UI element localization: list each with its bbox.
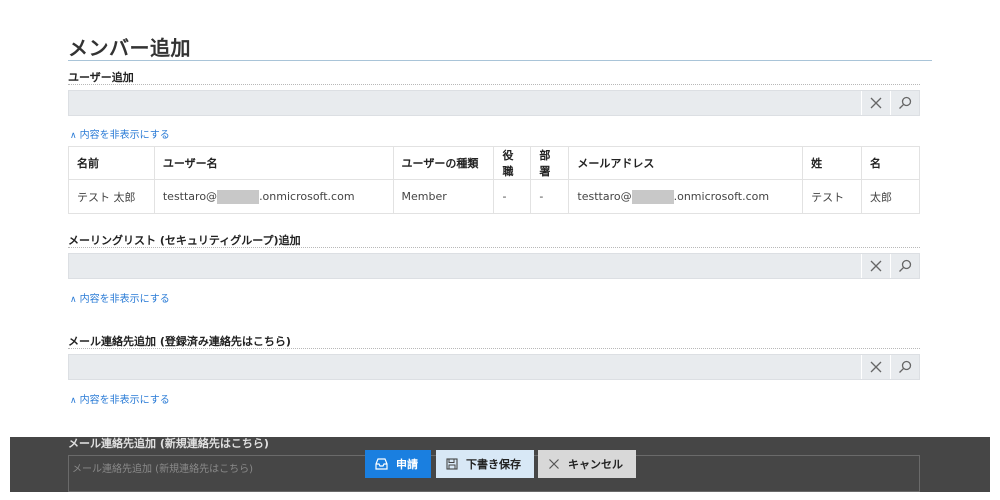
- section-divider: [68, 247, 920, 248]
- toggle-groups-text: 内容を非表示にする: [79, 294, 170, 305]
- redacted-domain: [631, 189, 674, 204]
- search-icon: [899, 259, 912, 272]
- save-draft-label: 下書き保存: [466, 458, 521, 471]
- cancel-button[interactable]: キャンセル: [538, 450, 636, 478]
- cell-first-name: 太郎: [861, 179, 920, 214]
- username-prefix: testtaro@: [162, 189, 218, 203]
- cancel-label: キャンセル: [568, 458, 623, 471]
- contact-picker: [68, 354, 920, 380]
- caret-up-icon: ∧: [70, 131, 77, 141]
- section-divider: [68, 84, 920, 85]
- toggle-contacts-text: 内容を非表示にする: [79, 395, 170, 406]
- section-label-groups: メーリングリスト (セキュリティグループ)追加: [68, 234, 301, 247]
- section-label-contacts: メール連絡先追加 (登録済み連絡先はこちら): [68, 335, 291, 348]
- apply-button[interactable]: 申請: [365, 450, 431, 478]
- group-search-button[interactable]: [890, 254, 919, 278]
- caret-up-icon: ∧: [70, 295, 77, 305]
- cell-email: testtaro@ .onmicrosoft.com: [568, 179, 804, 214]
- user-search-button[interactable]: [890, 91, 919, 115]
- apply-label: 申請: [396, 458, 418, 471]
- member-table: 名前 ユーザー名 ユーザーの種類 役職 部署 メールアドレス 姓 名 テスト 太…: [68, 146, 920, 214]
- username-suffix: .onmicrosoft.com: [259, 189, 355, 203]
- save-draft-button[interactable]: 下書き保存: [436, 450, 534, 478]
- contact-search-input[interactable]: [69, 355, 861, 379]
- toggle-users-text: 内容を非表示にする: [79, 130, 170, 141]
- col-name: 名前: [68, 146, 155, 180]
- table-header-row: 名前 ユーザー名 ユーザーの種類 役職 部署 メールアドレス 姓 名: [68, 146, 920, 180]
- user-picker: [68, 90, 920, 116]
- toggle-users-link[interactable]: ∧ 内容を非表示にする: [70, 126, 170, 141]
- group-clear-button[interactable]: [861, 254, 890, 278]
- title-divider: [68, 60, 932, 61]
- contact-clear-button[interactable]: [861, 355, 890, 379]
- col-last-name: 姓: [802, 146, 863, 180]
- group-picker: [68, 253, 920, 279]
- cell-name: テスト 太郎: [68, 179, 155, 214]
- cell-title: -: [493, 179, 532, 214]
- cell-last-name: テスト: [802, 179, 863, 214]
- cell-department: -: [530, 179, 570, 214]
- redacted-domain: [217, 189, 260, 204]
- page-title: メンバー追加: [68, 36, 191, 60]
- search-icon: [899, 96, 912, 109]
- close-icon: [548, 458, 560, 470]
- cell-user-type: Member: [392, 179, 495, 214]
- search-icon: [899, 360, 912, 373]
- col-department: 部署: [530, 146, 570, 180]
- inbox-icon: [375, 458, 388, 470]
- col-username: ユーザー名: [153, 146, 394, 180]
- close-icon: [870, 97, 882, 109]
- user-search-input[interactable]: [69, 91, 861, 115]
- cell-username: testtaro@ .onmicrosoft.com: [153, 179, 394, 214]
- col-email: メールアドレス: [568, 146, 804, 180]
- user-clear-button[interactable]: [861, 91, 890, 115]
- section-label-users: ユーザー追加: [68, 71, 134, 84]
- toggle-contacts-link[interactable]: ∧ 内容を非表示にする: [70, 391, 170, 406]
- new-contact-placeholder: メール連絡先追加 (新規連絡先はこちら): [72, 464, 253, 475]
- contact-search-button[interactable]: [890, 355, 919, 379]
- floppy-disk-icon: [446, 458, 458, 470]
- col-first-name: 名: [861, 146, 920, 180]
- table-row: テスト 太郎 testtaro@ .onmicrosoft.com Member …: [68, 179, 920, 214]
- col-title: 役職: [493, 146, 532, 180]
- group-search-input[interactable]: [69, 254, 861, 278]
- email-prefix: testtaro@: [577, 189, 632, 203]
- toggle-groups-link[interactable]: ∧ 内容を非表示にする: [70, 290, 170, 305]
- caret-up-icon: ∧: [70, 396, 77, 406]
- col-user-type: ユーザーの種類: [392, 146, 495, 180]
- close-icon: [870, 361, 882, 373]
- email-suffix: .onmicrosoft.com: [673, 189, 770, 203]
- section-divider: [68, 348, 920, 349]
- section-label-new-contacts: メール連絡先追加 (新規連絡先はこちら): [68, 437, 269, 450]
- close-icon: [870, 260, 882, 272]
